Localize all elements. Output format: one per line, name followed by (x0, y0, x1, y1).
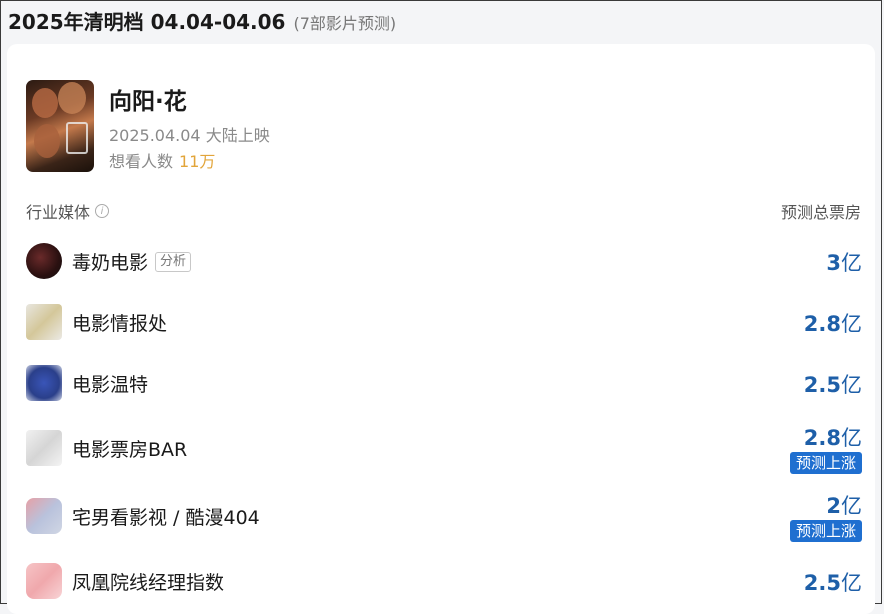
column-header-media: 行业媒体 i (26, 199, 110, 223)
media-avatar (26, 563, 62, 599)
media-name: 凤凰院线经理指数 (72, 572, 225, 594)
forecast-value-unit: 亿 (841, 494, 862, 518)
forecast-value-number: 2.5 (803, 373, 841, 397)
forecast-row[interactable]: 电影票房BAR 2.8亿 预测上涨 (26, 424, 862, 478)
movie-card: 向阳·花 2025.04.04 大陆上映 想看人数 11万 行业媒体 i 预测总票… (7, 44, 875, 614)
forecast-value-unit: 亿 (841, 373, 862, 397)
media-avatar (26, 304, 62, 340)
forecast-row[interactable]: 电影情报处 2.8亿 (26, 301, 862, 351)
forecast-value: 2.5亿 (804, 567, 862, 597)
analysis-tag[interactable]: 分析 (155, 251, 192, 272)
forecast-value: 2.8亿 (804, 422, 862, 452)
forecast-value-unit: 亿 (841, 571, 862, 595)
forecast-row[interactable]: 凤凰院线经理指数 2.5亿 (26, 559, 862, 609)
column-header-media-label: 行业媒体 (26, 203, 91, 222)
forecast-row[interactable]: 毒奶电影 分析 3亿 (26, 240, 862, 290)
header-bar: 2025年清明档 04.04-04.06 (7部影片预测) (8, 6, 396, 36)
want-to-see-label: 想看人数 (109, 152, 174, 171)
forecast-value: 2亿 (826, 490, 862, 520)
forecast-value: 3亿 (826, 247, 862, 277)
forecast-up-badge: 预测上涨 (789, 520, 862, 542)
forecast-row[interactable]: 宅男看影视 / 酷漫404 2亿 预测上涨 (26, 490, 862, 544)
column-header-forecast: 预测总票房 (780, 203, 861, 222)
page-subtitle: (7部影片预测) (293, 14, 397, 33)
media-name: 宅男看影视 / 酷漫404 (72, 507, 260, 529)
forecast-value-number: 2.8 (803, 426, 841, 450)
forecast-up-badge: 预测上涨 (789, 452, 862, 474)
media-avatar (26, 498, 62, 534)
forecast-value: 2.5亿 (804, 369, 862, 399)
forecast-value-unit: 亿 (841, 312, 862, 336)
media-avatar (26, 365, 62, 401)
page-title: 2025年清明档 04.04-04.06 (8, 10, 286, 34)
media-name: 电影票房BAR (72, 439, 188, 461)
forecast-row[interactable]: 电影温特 2.5亿 (26, 362, 862, 412)
forecast-value-unit: 亿 (841, 251, 862, 275)
forecast-value-number: 2.5 (803, 571, 841, 595)
forecast-value: 2.8亿 (804, 308, 862, 338)
media-name-wrap: 毒奶电影 分析 (72, 248, 192, 275)
want-to-see-count: 11万 (179, 152, 216, 171)
movie-poster[interactable] (26, 80, 94, 172)
movie-title[interactable]: 向阳·花 (109, 82, 187, 116)
forecast-value-number: 3 (826, 251, 841, 275)
media-avatar (26, 430, 62, 466)
forecast-value-number: 2.8 (803, 312, 841, 336)
forecast-value-number: 2 (826, 494, 841, 518)
media-name: 电影温特 (72, 374, 149, 396)
want-to-see: 想看人数 11万 (109, 148, 215, 172)
movie-release-date: 2025.04.04 大陆上映 (109, 126, 270, 145)
info-circle-icon[interactable]: i (95, 204, 110, 218)
media-name: 电影情报处 (72, 313, 168, 335)
media-name: 毒奶电影 (72, 252, 149, 274)
media-avatar (26, 243, 62, 279)
forecast-value-unit: 亿 (841, 426, 862, 450)
